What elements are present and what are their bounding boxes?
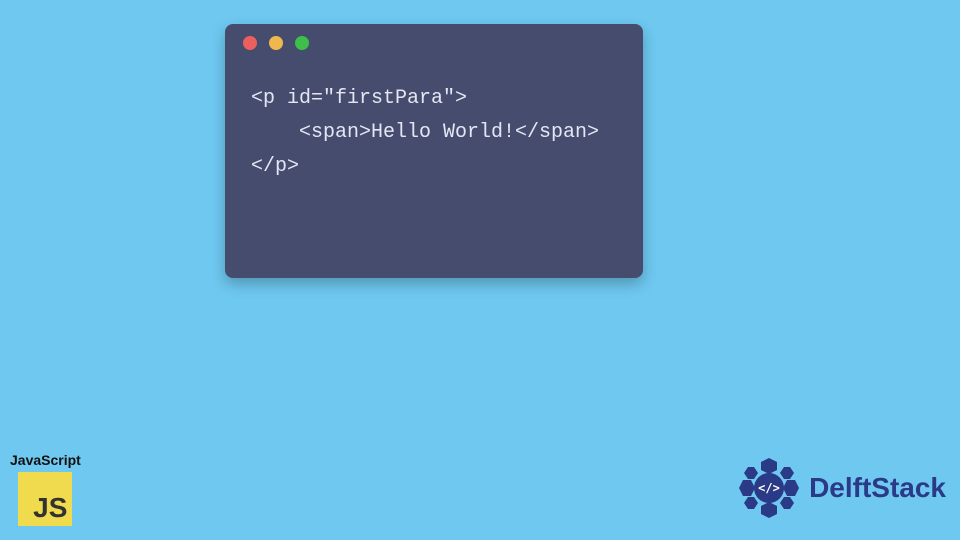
code-line-1: <p id="firstPara"> (251, 87, 467, 110)
code-window: <p id="firstPara"> <span>Hello World!</s… (225, 24, 643, 278)
code-content: <p id="firstPara"> <span>Hello World!</s… (225, 62, 643, 204)
delftstack-name: DelftStack (809, 472, 946, 504)
delftstack-brand: </> DelftStack (737, 456, 946, 520)
close-icon[interactable] (243, 36, 257, 50)
window-titlebar (225, 24, 643, 62)
javascript-badge: JavaScript JS (10, 452, 81, 526)
code-line-3: </p> (251, 155, 299, 178)
minimize-icon[interactable] (269, 36, 283, 50)
javascript-label: JavaScript (10, 452, 81, 468)
maximize-icon[interactable] (295, 36, 309, 50)
javascript-logo-text: JS (33, 492, 67, 524)
code-line-2: <span>Hello World!</span> (251, 121, 599, 144)
delftstack-logo-icon: </> (737, 456, 801, 520)
brand-glyph: </> (758, 481, 780, 495)
javascript-logo-icon: JS (18, 472, 72, 526)
